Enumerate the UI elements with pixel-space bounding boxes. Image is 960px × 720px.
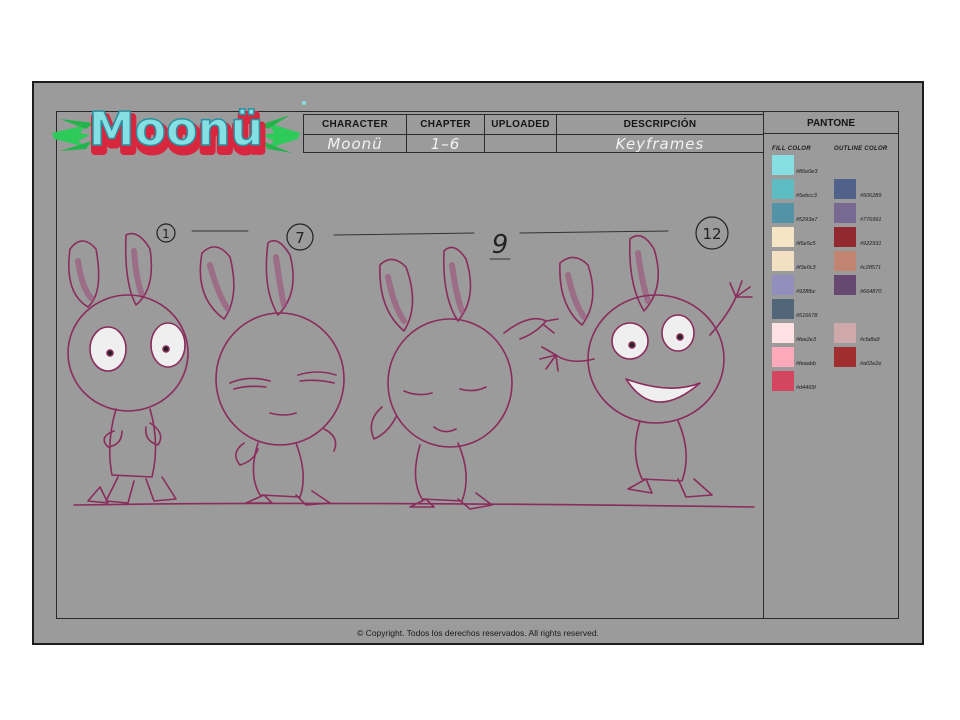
- character-pose-1: [67, 232, 189, 504]
- character-pose-3: [370, 246, 559, 510]
- character-pose-2: [199, 239, 345, 506]
- keyframe-sketch: 1 7 9 12: [67, 216, 755, 510]
- model-sheet: Moonü Moonü CHARACTER CHAPTER UPLOADED D…: [32, 81, 924, 645]
- copyright-notice: © Copyright. Todos los derechos reservad…: [357, 628, 599, 638]
- keyframe-number-7: 7: [295, 229, 305, 247]
- keyframe-number-9: 9: [492, 230, 509, 260]
- character-pose-4: [539, 234, 753, 498]
- keyframe-number-12: 12: [702, 225, 721, 243]
- keyframe-number-1: 1: [162, 227, 170, 241]
